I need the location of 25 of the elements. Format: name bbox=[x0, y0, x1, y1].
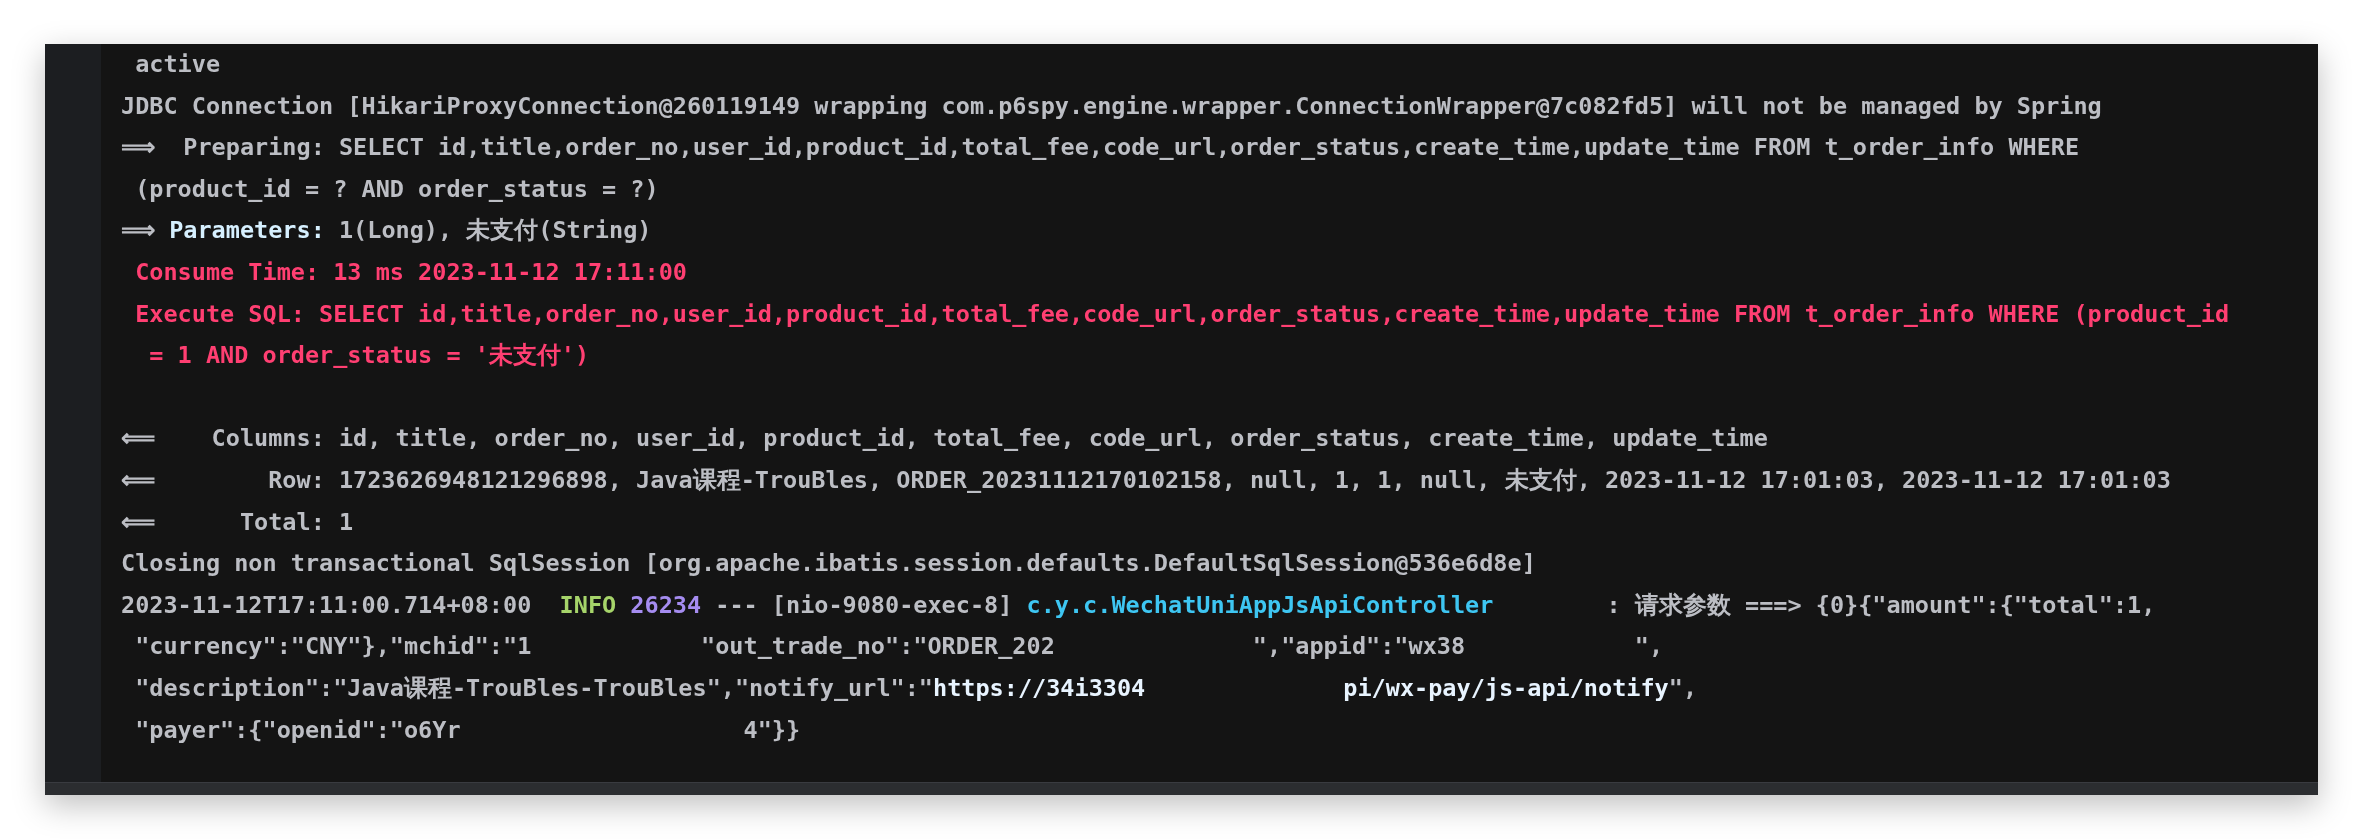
sql-log-text: = 1 AND order_status = '未支付') bbox=[148, 341, 590, 370]
url-link[interactable]: https://34i3304 pi/wx-pay/js-api/notify bbox=[933, 673, 1669, 702]
log-text: (product_id = ? AND order_status = ?) bbox=[134, 174, 659, 203]
log-text: --- [nio-9080-exec-8] bbox=[714, 590, 1014, 619]
log-text: JDBC Connection [HikariProxyConnection@260119149 wrapping com.p6spy.engine.wrapper.ConnectionWrapper@7c082fd5] will not be managed by Spring bbox=[121, 91, 2102, 120]
log-level: INFO bbox=[559, 590, 617, 619]
log-text: ⟹ Preparing: SELECT id,title,order_no,user_id,product_id,total_fee,code_url,order_status,create_time,update_time FROM t_order_info WHERE bbox=[121, 133, 2080, 162]
logger-name: c.y.c.WechatUniAppJsApiController bbox=[1026, 590, 1494, 619]
log-text: Closing non transactional SqlSession [org.apache.ibatis.session.defaults.DefaultSqlSession@536e6d8e] bbox=[121, 549, 1536, 578]
log-text: 2023-11-12T17:11:00.714+08:00 bbox=[121, 590, 533, 619]
log-text: "payer":{"openid":"o6Yr 4"}} bbox=[134, 715, 801, 744]
log-text: "currency":"CNY"},"mchid":"1 "out_trade_no":"ORDER_202 ","appid":"wx38 ", bbox=[134, 632, 1664, 661]
log-text: : 请求参数 ===> {0}{"amount":{"total":1, bbox=[1605, 590, 2156, 619]
parameters-label: Parameters: bbox=[169, 216, 325, 245]
process-id: 26234 bbox=[629, 590, 702, 619]
sql-log-text: Consume Time: 13 ms 2023-11-12 17:11:00 bbox=[134, 257, 687, 286]
log-text: "description":"Java课程-TrouBles-TrouBles","notify_url":" bbox=[134, 673, 933, 702]
log-text: 1(Long), 未支付(String) bbox=[337, 216, 652, 245]
log-text: ⟸ Total: 1 bbox=[121, 507, 354, 536]
log-text: ", bbox=[1668, 673, 1698, 702]
log-text: active bbox=[134, 50, 221, 78]
log-text: ⟸ Columns: id, title, order_no, user_id, product_id, total_fee, code_url, order_status, create_time, update_time bbox=[121, 424, 1768, 453]
log-text: ⟸ Row: 1723626948121296898, Java课程-TrouBles, ORDER_20231112170102158, null, 1, 1, null, 未支付, 2023-11-12 17:01:03, 2023-11-12 17:01:03 bbox=[121, 465, 2171, 494]
sql-log-text: Execute SQL: SELECT id,title,order_no,user_id,product_id,total_fee,code_url,order_status,create_time,update_time FROM t_order_info WHERE (product_id bbox=[134, 299, 2230, 328]
log-text: ⟹ bbox=[121, 216, 156, 245]
